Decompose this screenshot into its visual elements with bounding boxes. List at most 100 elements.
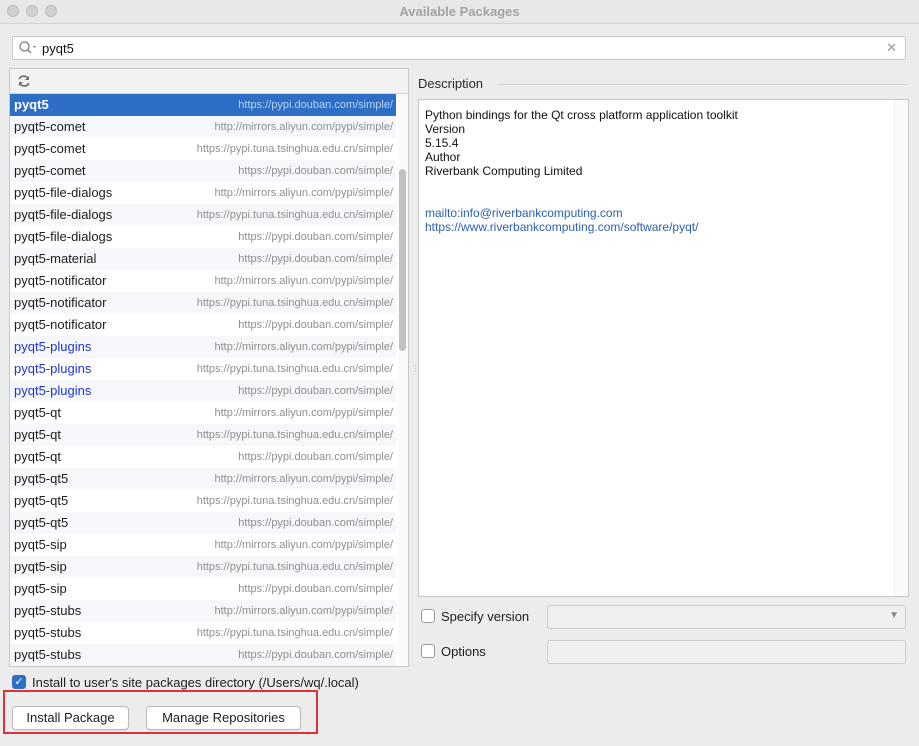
package-row[interactable]: pyqt5-comet http://mirrors.aliyun.com/pyp… [10,116,396,138]
package-repo: http://mirrors.aliyun.com/pypi/simple/ [214,187,394,199]
list-toolbar [10,69,408,94]
package-row[interactable]: pyqt5-stubs https://pypi.douban.com/simpl… [10,644,396,666]
package-repo: https://pypi.douban.com/simple/ [238,231,393,243]
package-name: pyqt5-stubs [14,647,82,662]
scroll-thumb[interactable] [399,169,406,351]
package-name: pyqt5-plugins [14,339,92,354]
package-row[interactable]: pyqt5-plugins http://mirrors.aliyun.com/p… [10,336,396,358]
specify-version-label: Specify version [441,609,530,624]
package-list-scrollbar[interactable] [398,94,408,666]
package-repo: https://pypi.tuna.tsinghua.edu.cn/simple… [196,627,393,639]
package-repo: https://pypi.douban.com/simple/ [238,451,393,463]
user-site-checkbox[interactable]: ✓ [12,675,26,689]
package-row[interactable]: pyqt5-plugins https://pypi.douban.com/sim… [10,380,396,402]
package-name: pyqt5-qt [14,449,61,464]
package-name: pyqt5-comet [14,141,86,156]
package-row[interactable]: pyqt5-sip http://mirrors.aliyun.com/pypi/… [10,534,396,556]
search-input[interactable] [42,40,882,57]
package-name: pyqt5-notificator [14,295,107,310]
package-row[interactable]: pyqt5-qt https://pypi.tuna.tsinghua.edu.c… [10,424,396,446]
package-row[interactable]: pyqt5-qt https://pypi.douban.com/simple/ [10,446,396,468]
package-row[interactable]: pyqt5-sip https://pypi.douban.com/simple/ [10,578,396,600]
package-name: pyqt5-qt [14,405,61,420]
clear-icon[interactable]: ✕ [886,40,897,56]
package-repo: https://pypi.douban.com/simple/ [238,517,393,529]
search-icon[interactable] [18,40,40,56]
description-label: Description [418,76,484,91]
user-site-label: Install to user's site packages director… [32,675,359,690]
version-value: 5.15.4 [425,136,459,150]
package-repo: https://pypi.tuna.tsinghua.edu.cn/simple… [196,209,393,221]
manage-repositories-button[interactable]: Manage Repositories [146,706,301,730]
package-repo: http://mirrors.aliyun.com/pypi/simple/ [214,605,394,617]
package-repo: https://pypi.douban.com/simple/ [238,649,393,661]
package-name: pyqt5-sip [14,559,67,574]
description-divider [497,84,907,85]
package-repo: https://pypi.tuna.tsinghua.edu.cn/simple… [196,143,393,155]
package-row[interactable]: pyqt5-qt http://mirrors.aliyun.com/pypi/s… [10,402,396,424]
package-name: pyqt5-sip [14,581,67,596]
splitter-handle[interactable]: ⋮ [411,364,419,373]
options-label: Options [441,644,486,659]
package-row[interactable]: pyqt5-notificator http://mirrors.aliyun.c… [10,270,396,292]
package-repo: https://pypi.tuna.tsinghua.edu.cn/simple… [196,297,393,309]
package-name: pyqt5-notificator [14,317,107,332]
package-row[interactable]: pyqt5-file-dialogs https://pypi.tuna.tsin… [10,204,396,226]
package-row[interactable]: pyqt5-plugins https://pypi.tuna.tsinghua.… [10,358,396,380]
package-repo: https://pypi.tuna.tsinghua.edu.cn/simple… [196,561,393,573]
package-row[interactable]: pyqt5-qt5 https://pypi.tuna.tsinghua.edu.… [10,490,396,512]
search-field[interactable]: ✕ [12,36,906,60]
description-scrollbar[interactable] [894,100,908,596]
package-row[interactable]: pyqt5-qt5 https://pypi.douban.com/simple/ [10,512,396,534]
package-row[interactable]: pyqt5-qt5 http://mirrors.aliyun.com/pypi/… [10,468,396,490]
package-name: pyqt5-sip [14,537,67,552]
package-name: pyqt5-stubs [14,603,82,618]
package-name: pyqt5-qt5 [14,515,69,530]
package-repo: https://pypi.tuna.tsinghua.edu.cn/simple… [196,495,393,507]
package-row[interactable]: pyqt5-file-dialogs http://mirrors.aliyun.… [10,182,396,204]
specify-version-checkbox[interactable] [421,609,435,623]
author-value: Riverbank Computing Limited [425,164,583,178]
package-repo: http://mirrors.aliyun.com/pypi/simple/ [214,539,394,551]
email-link[interactable]: mailto:info@riverbankcomputing.com [425,206,738,220]
package-row[interactable]: pyqt5-notificator https://pypi.tuna.tsing… [10,292,396,314]
refresh-icon[interactable] [17,74,31,88]
package-row[interactable]: pyqt5 https://pypi.douban.com/simple/ [10,94,396,116]
package-repo: https://pypi.tuna.tsinghua.edu.cn/simple… [196,429,393,441]
title-bar: Available Packages [0,0,919,24]
package-repo: https://pypi.douban.com/simple/ [238,319,393,331]
version-select[interactable]: ▼ [547,605,906,629]
homepage-link[interactable]: https://www.riverbankcomputing.com/softw… [425,220,738,234]
package-row[interactable]: pyqt5-sip https://pypi.tuna.tsinghua.edu.… [10,556,396,578]
package-name: pyqt5-qt [14,427,61,442]
package-name: pyqt5-plugins [14,383,92,398]
package-repo: https://pypi.douban.com/simple/ [238,385,393,397]
author-label: Author [425,150,461,164]
package-row[interactable]: pyqt5-stubs http://mirrors.aliyun.com/pyp… [10,600,396,622]
install-package-button[interactable]: Install Package [12,706,129,730]
package-name: pyqt5-stubs [14,625,82,640]
package-row[interactable]: pyqt5-notificator https://pypi.douban.com… [10,314,396,336]
package-name: pyqt5-comet [14,119,86,134]
package-row[interactable]: pyqt5-comet https://pypi.douban.com/simpl… [10,160,396,182]
chevron-down-icon: ▼ [889,610,899,621]
package-name: pyqt5-material [14,251,97,266]
package-repo: https://pypi.douban.com/simple/ [238,165,393,177]
package-repo: http://mirrors.aliyun.com/pypi/simple/ [214,341,394,353]
package-name: pyqt5-plugins [14,361,92,376]
package-row[interactable]: pyqt5-file-dialogs https://pypi.douban.co… [10,226,396,248]
package-row[interactable]: pyqt5-material https://pypi.douban.com/si… [10,248,396,270]
package-list-panel: pyqt5 https://pypi.douban.com/simple/pyqt… [9,68,409,667]
window-title: Available Packages [399,4,520,19]
package-repo: http://mirrors.aliyun.com/pypi/simple/ [214,121,394,133]
options-checkbox[interactable] [421,644,435,658]
options-input[interactable] [547,640,906,664]
description-panel: Python bindings for the Qt cross platfor… [418,99,909,597]
package-row[interactable]: pyqt5-stubs https://pypi.tuna.tsinghua.ed… [10,622,396,644]
package-name: pyqt5-qt5 [14,493,69,508]
package-row[interactable]: pyqt5-comet https://pypi.tuna.tsinghua.ed… [10,138,396,160]
package-name: pyqt5-qt5 [14,471,69,486]
package-name: pyqt5 [14,97,49,112]
package-name: pyqt5-file-dialogs [14,207,113,222]
package-repo: https://pypi.douban.com/simple/ [238,583,393,595]
